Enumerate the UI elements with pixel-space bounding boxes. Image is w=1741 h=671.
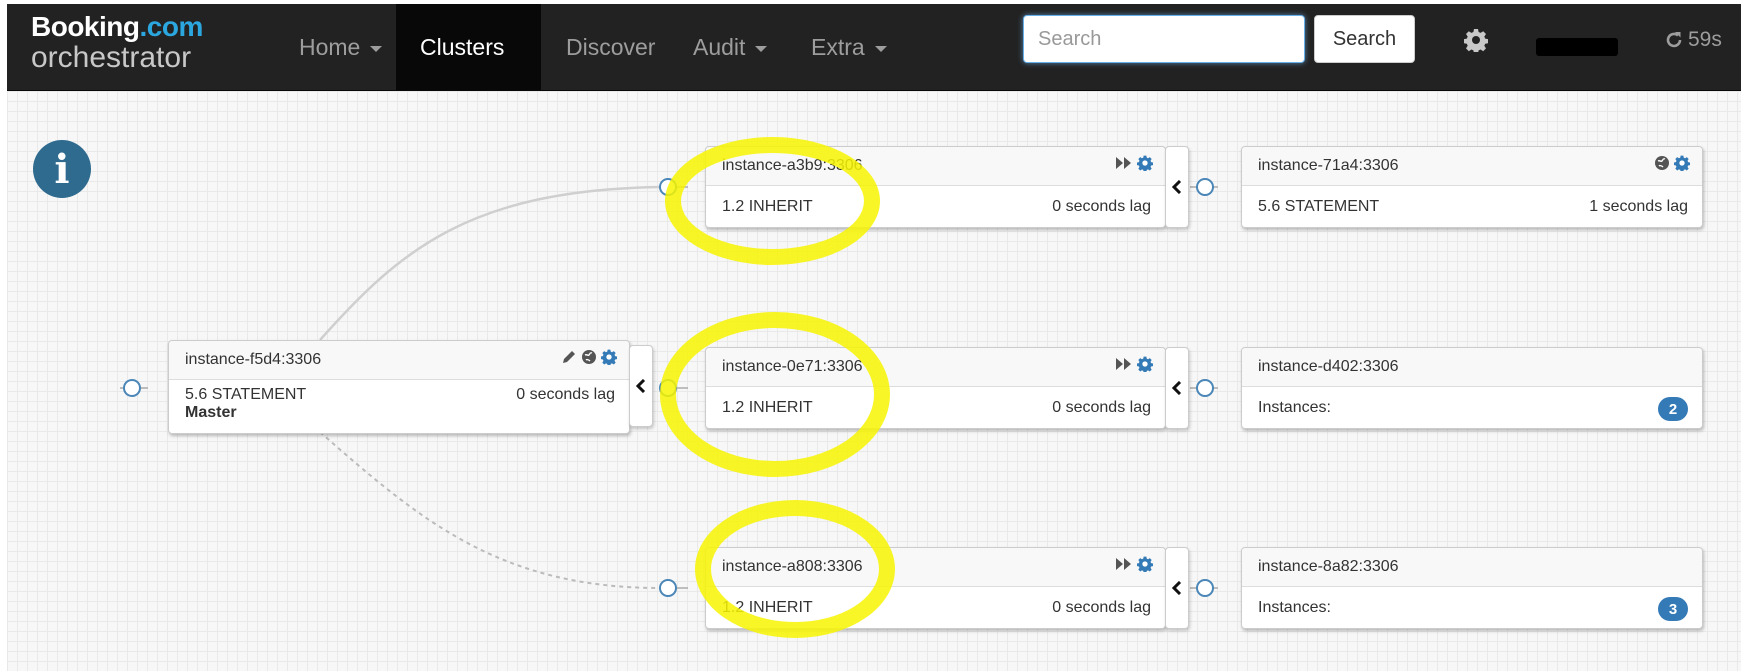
- collapse-children-button[interactable]: [1165, 547, 1189, 629]
- instance-name: instance-d402:3306: [1258, 358, 1399, 375]
- instance-name: instance-a808:3306: [722, 558, 863, 575]
- chevron-left-icon: [636, 379, 646, 393]
- instance-a3b9-box[interactable]: instance-a3b9:3306 1.2 INHERIT 0 seconds…: [705, 146, 1166, 228]
- fast-forward-icon[interactable]: [1115, 557, 1133, 571]
- collapse-children-button[interactable]: [629, 345, 653, 427]
- instance-0e71-box[interactable]: instance-0e71:3306 1.2 INHERIT 0 seconds…: [705, 347, 1166, 429]
- gear-icon[interactable]: [1137, 556, 1153, 572]
- instance-name: instance-8a82:3306: [1258, 558, 1399, 575]
- instance-name: instance-71a4:3306: [1258, 157, 1399, 174]
- instance-lag: 0 seconds lag: [1052, 399, 1151, 416]
- instance-version: 1.2 INHERIT: [722, 599, 813, 616]
- master-node-circle[interactable]: [123, 379, 141, 397]
- instance-a808-box[interactable]: instance-a808:3306 1.2 INHERIT 0 seconds…: [705, 547, 1166, 629]
- globe-icon[interactable]: [1654, 155, 1670, 171]
- fast-forward-icon[interactable]: [1115, 357, 1133, 371]
- gear-icon[interactable]: [1137, 356, 1153, 372]
- globe-icon[interactable]: [581, 349, 597, 365]
- gear-icon[interactable]: [1674, 155, 1690, 171]
- chevron-left-icon: [1172, 581, 1182, 595]
- instance-lag: 0 seconds lag: [1052, 198, 1151, 215]
- chevron-left-icon: [1172, 180, 1182, 194]
- node-circle[interactable]: [659, 178, 677, 196]
- node-circle[interactable]: [1196, 178, 1214, 196]
- collapse-children-button[interactable]: [1165, 347, 1189, 429]
- gear-icon[interactable]: [601, 349, 617, 365]
- instance-version: 1.2 INHERIT: [722, 198, 813, 215]
- collapse-children-button[interactable]: [1165, 146, 1189, 228]
- instance-version: 5.6 STATEMENT: [185, 386, 307, 403]
- instances-label: Instances:: [1258, 599, 1331, 616]
- instances-count-badge[interactable]: 3: [1658, 597, 1688, 621]
- instance-71a4-box[interactable]: instance-71a4:3306 5.6 STATEMENT 1 secon…: [1241, 146, 1703, 228]
- pencil-icon[interactable]: [561, 349, 577, 365]
- node-circle[interactable]: [659, 579, 677, 597]
- node-circle[interactable]: [1196, 379, 1214, 397]
- instances-count-badge[interactable]: 2: [1658, 397, 1688, 421]
- instance-name: instance-0e71:3306: [722, 358, 863, 375]
- node-circle[interactable]: [659, 379, 677, 397]
- instance-d402-box[interactable]: instance-d402:3306 Instances: 2: [1241, 347, 1703, 429]
- instance-name: instance-f5d4:3306: [185, 351, 322, 368]
- instance-version: 5.6 STATEMENT: [1258, 198, 1380, 215]
- gear-icon[interactable]: [1137, 155, 1153, 171]
- fast-forward-icon[interactable]: [1115, 156, 1133, 170]
- instance-lag: 0 seconds lag: [516, 386, 615, 403]
- instance-name: instance-a3b9:3306: [722, 157, 863, 174]
- instance-version: 1.2 INHERIT: [722, 399, 813, 416]
- instance-8a82-box[interactable]: instance-8a82:3306 Instances: 3: [1241, 547, 1703, 629]
- node-circle[interactable]: [1196, 579, 1214, 597]
- instance-role: Master: [185, 404, 237, 421]
- instance-lag: 0 seconds lag: [1052, 599, 1151, 616]
- instances-label: Instances:: [1258, 399, 1331, 416]
- chevron-left-icon: [1172, 381, 1182, 395]
- instance-lag: 1 seconds lag: [1589, 198, 1688, 215]
- instance-master-box[interactable]: instance-f5d4:3306 5.6 STATEMENT 0 secon…: [168, 340, 630, 434]
